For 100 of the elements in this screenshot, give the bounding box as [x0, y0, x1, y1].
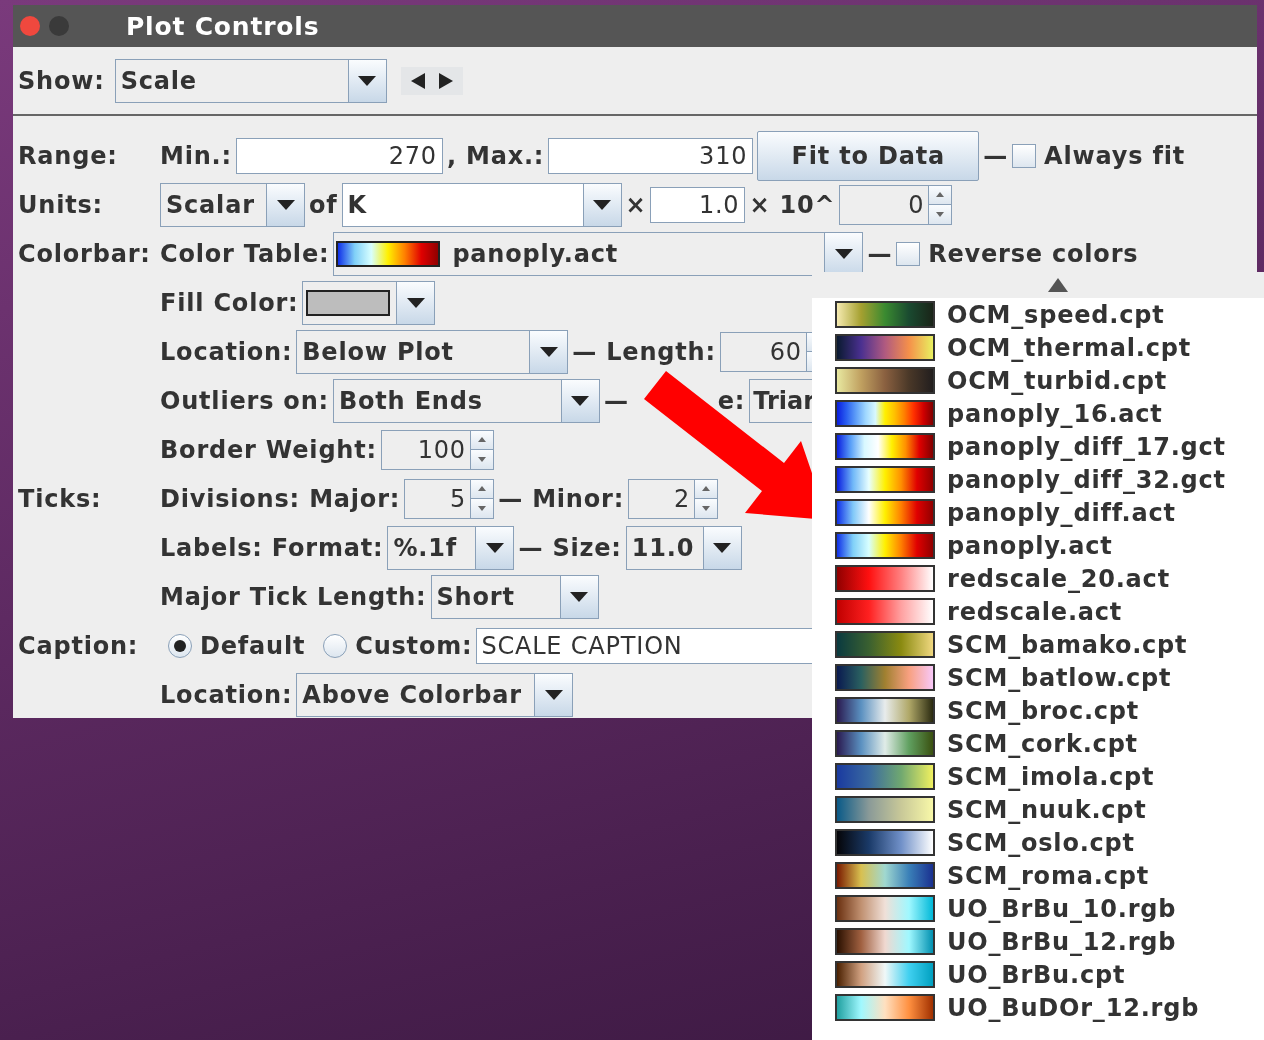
- field-label: Location:: [160, 680, 293, 709]
- caret-icon: [713, 542, 732, 553]
- field-label: Color Table:: [160, 239, 330, 268]
- field-label: e:: [717, 386, 746, 415]
- checkbox-label[interactable]: Always fit: [1044, 141, 1185, 170]
- text-field[interactable]: 310: [548, 137, 754, 174]
- dropdown[interactable]: Below Plot: [296, 329, 569, 374]
- previous-arrow-icon[interactable]: [410, 73, 425, 89]
- color-table-option[interactable]: SCM_broc.cpt: [812, 694, 1264, 727]
- color-table-option[interactable]: panoply_diff_32.gct: [812, 463, 1264, 496]
- caret-icon: [539, 346, 558, 357]
- section-label: Ticks:: [18, 484, 103, 513]
- color-table-option[interactable]: UO_BrBu.cpt: [812, 958, 1264, 991]
- color-table-option[interactable]: SCM_nuuk.cpt: [812, 793, 1264, 826]
- caret-icon: [407, 297, 425, 308]
- section-label: Units:: [18, 190, 104, 219]
- down-caret-icon: [478, 505, 487, 511]
- color-table-option[interactable]: panoply_diff.act: [812, 496, 1264, 529]
- field-label: Outliers on:: [160, 386, 329, 415]
- field-label: ×: [625, 190, 647, 219]
- color-table-option[interactable]: UO_BrBu_12.rgb: [812, 925, 1264, 958]
- color-table-option[interactable]: SCM_oslo.cpt: [812, 826, 1264, 859]
- color-table-option[interactable]: panoply.act: [812, 529, 1264, 562]
- field-label: — Length:: [572, 337, 716, 366]
- dropdown-button[interactable]: [266, 183, 304, 226]
- checkbox[interactable]: [896, 241, 921, 266]
- field-label: Min.:: [160, 141, 232, 170]
- text-field[interactable]: 1.0: [650, 186, 746, 223]
- caret-icon: [276, 199, 295, 210]
- up-caret-icon: [936, 192, 945, 198]
- field-label: of: [309, 190, 338, 219]
- fit-to-data-button[interactable]: Fit to Data: [757, 130, 980, 181]
- color-table-option[interactable]: redscale.act: [812, 595, 1264, 628]
- radio-label[interactable]: Default: [200, 631, 306, 660]
- dropdown[interactable]: [302, 280, 436, 325]
- radio-button[interactable]: [168, 633, 192, 658]
- color-table-option[interactable]: UO_BrBu_10.rgb: [812, 892, 1264, 925]
- dropdown[interactable]: Above Colorbar: [296, 672, 574, 717]
- dropdown-button[interactable]: [582, 183, 621, 226]
- spinner-field[interactable]: 100: [380, 429, 494, 470]
- spin-down-button[interactable]: [695, 498, 718, 518]
- spin-up-button[interactable]: [695, 479, 718, 498]
- checkbox-label[interactable]: Reverse colors: [928, 239, 1139, 268]
- field-label: Show:: [18, 67, 105, 95]
- color-table-option[interactable]: redscale_20.act: [812, 562, 1264, 595]
- text-field[interactable]: 270: [235, 137, 443, 174]
- caret-icon: [593, 199, 612, 210]
- field-label: Border Weight:: [160, 435, 377, 464]
- dropdown-button[interactable]: [396, 281, 435, 324]
- color-table-option[interactable]: SCM_roma.cpt: [812, 859, 1264, 892]
- field-label: Fill Color:: [160, 288, 299, 317]
- color-table-option[interactable]: OCM_speed.cpt: [812, 298, 1264, 331]
- field-label: Divisions: Major:: [160, 484, 401, 513]
- dropdown[interactable]: %.1f: [387, 525, 515, 570]
- dropdown-button[interactable]: [529, 330, 568, 373]
- radio-button[interactable]: [323, 633, 348, 658]
- field-label: — Minor:: [498, 484, 625, 513]
- section-label: Caption:: [18, 631, 140, 660]
- dropdown-button[interactable]: [559, 575, 598, 618]
- dropdown-button[interactable]: [824, 232, 863, 275]
- dropdown[interactable]: Both Ends: [332, 378, 600, 423]
- color-table-option[interactable]: panoply_diff_17.gct: [812, 430, 1264, 463]
- color-table-option[interactable]: SCM_cork.cpt: [812, 727, 1264, 760]
- spinner-field[interactable]: 5: [404, 478, 495, 519]
- down-caret-icon: [936, 211, 945, 217]
- dropdown[interactable]: K: [341, 182, 622, 227]
- caret-icon: [571, 395, 590, 406]
- checkbox[interactable]: [1012, 143, 1037, 168]
- up-caret-icon: [702, 486, 711, 492]
- radio-label[interactable]: Custom:: [355, 631, 473, 660]
- spin-down-button[interactable]: [470, 449, 493, 469]
- color-table-option[interactable]: SCM_imola.cpt: [812, 760, 1264, 793]
- dropdown-button[interactable]: [347, 60, 386, 102]
- color-table-option[interactable]: panoply_16.act: [812, 397, 1264, 430]
- field-label: , Max.:: [446, 141, 545, 170]
- spin-down-button[interactable]: [929, 204, 952, 224]
- dropdown[interactable]: panoply.act: [333, 231, 864, 276]
- dropdown-button[interactable]: [475, 526, 514, 569]
- color-table-option[interactable]: SCM_batlow.cpt: [812, 661, 1264, 694]
- spin-down-button[interactable]: [471, 498, 494, 518]
- dropdown-button[interactable]: [534, 673, 573, 716]
- dropdown[interactable]: Short: [430, 574, 599, 619]
- dropdown[interactable]: Scalar: [160, 182, 305, 227]
- scroll-up-icon[interactable]: [1048, 278, 1068, 292]
- dropdown[interactable]: 11.0: [625, 525, 742, 570]
- field-label: Location:: [160, 337, 293, 366]
- spin-up-button[interactable]: [471, 479, 494, 498]
- color-table-option[interactable]: UO_BuDOr_12.rgb: [812, 991, 1264, 1024]
- down-caret-icon: [702, 505, 711, 511]
- spin-up-button[interactable]: [929, 185, 952, 204]
- caret-icon: [544, 689, 563, 700]
- dropdown-button[interactable]: [560, 379, 599, 422]
- dropdown-button[interactable]: [702, 526, 741, 569]
- field-label: — Size:: [518, 533, 622, 562]
- field-label: —: [983, 141, 1009, 170]
- spinner-field[interactable]: 0: [839, 184, 953, 225]
- spin-up-button[interactable]: [470, 430, 493, 449]
- dropdown[interactable]: Scale: [114, 59, 387, 103]
- spinner-field[interactable]: 2: [628, 478, 719, 519]
- next-arrow-icon[interactable]: [438, 73, 453, 89]
